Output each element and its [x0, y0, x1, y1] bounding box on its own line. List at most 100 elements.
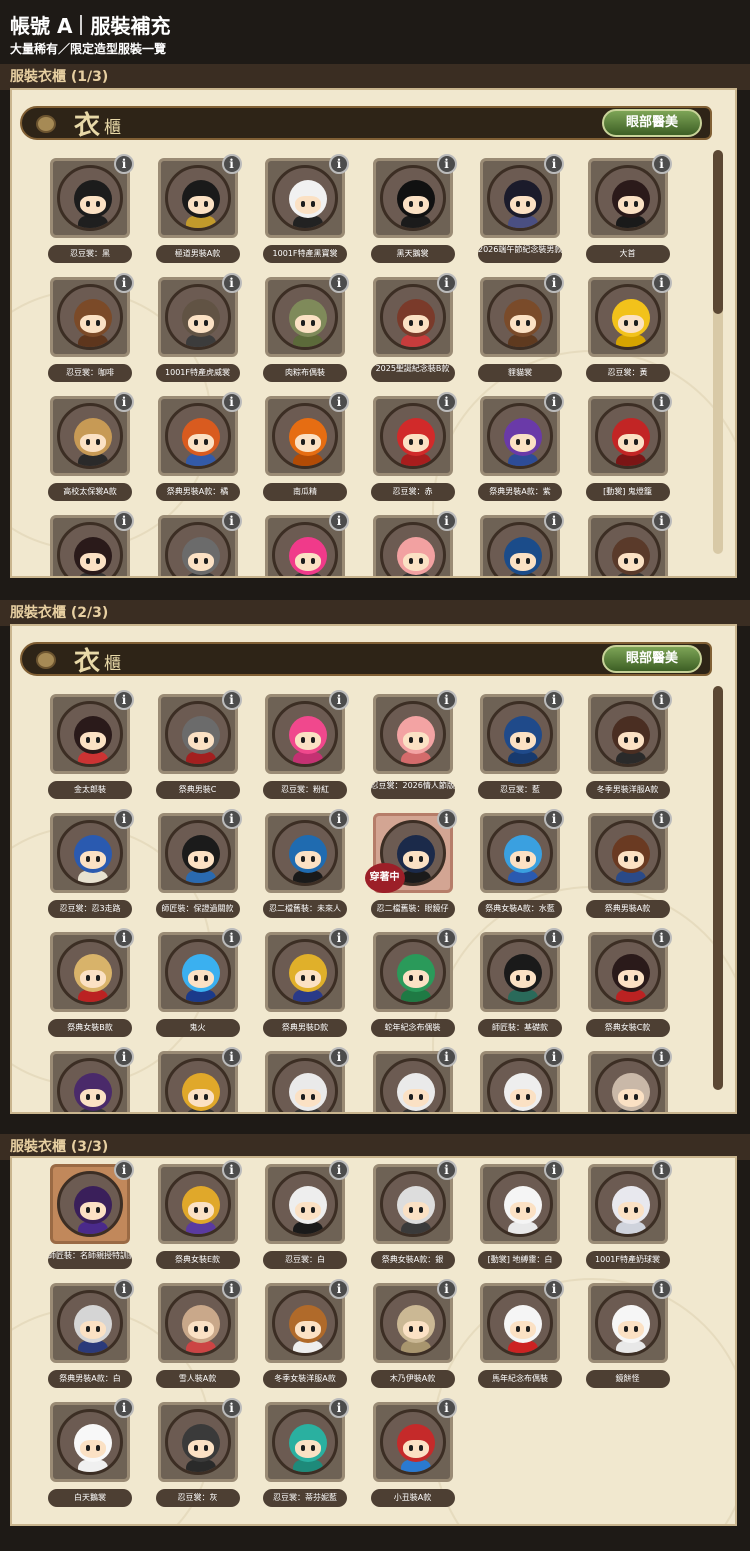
- info-icon[interactable]: i: [329, 392, 349, 412]
- costume-item[interactable]: i: [480, 1047, 564, 1112]
- info-icon[interactable]: i: [651, 511, 672, 531]
- costume-item[interactable]: i 祭典男裝A款: [585, 809, 672, 923]
- costume-item[interactable]: i 貍貓裳: [478, 273, 564, 387]
- info-icon[interactable]: i: [544, 1279, 564, 1299]
- costume-item[interactable]: i 祭典男裝A款：紫: [478, 392, 564, 506]
- costume-item[interactable]: i 馬年紀念布偶裝: [478, 1279, 564, 1393]
- eye-cosmetic-tab-button[interactable]: 眼部醫美: [602, 645, 702, 673]
- info-icon[interactable]: i: [221, 690, 242, 710]
- info-icon[interactable]: i: [114, 511, 134, 531]
- info-icon[interactable]: i: [114, 1398, 134, 1418]
- info-icon[interactable]: i: [436, 511, 457, 531]
- costume-item[interactable]: i 忍豆裳：粉紅: [263, 690, 349, 804]
- info-icon[interactable]: i: [114, 1279, 134, 1299]
- info-icon[interactable]: i: [544, 154, 564, 174]
- info-icon[interactable]: i: [114, 392, 134, 412]
- costume-item[interactable]: i: [157, 1047, 242, 1112]
- costume-item[interactable]: i 祭典女裝C款: [585, 928, 672, 1042]
- costume-item[interactable]: i 師匠裝：名師親授特訓款: [48, 1160, 134, 1274]
- costume-item[interactable]: i 師匠裝：保證過關款: [155, 809, 242, 923]
- info-icon[interactable]: i: [651, 273, 672, 293]
- info-icon[interactable]: i: [114, 273, 134, 293]
- info-icon[interactable]: i: [436, 1160, 457, 1180]
- info-icon[interactable]: i: [436, 928, 457, 948]
- info-icon[interactable]: i: [436, 1047, 457, 1067]
- info-icon[interactable]: i: [436, 1279, 457, 1299]
- info-icon[interactable]: i: [329, 928, 349, 948]
- info-icon[interactable]: i: [329, 809, 349, 829]
- costume-item[interactable]: i 極道男裝A款: [155, 154, 242, 268]
- costume-item[interactable]: i: [372, 1047, 457, 1112]
- info-icon[interactable]: i: [436, 690, 457, 710]
- scrollbar-thumb[interactable]: [713, 686, 723, 1090]
- costume-item[interactable]: i 忍豆裳：黑: [48, 154, 134, 268]
- costume-item[interactable]: i [動裳] 地縛靈：白: [478, 1160, 564, 1274]
- info-icon[interactable]: i: [651, 392, 672, 412]
- info-icon[interactable]: i: [221, 1047, 242, 1067]
- info-icon[interactable]: i: [329, 690, 349, 710]
- costume-item[interactable]: i 1001F特產虎威裳: [155, 273, 242, 387]
- info-icon[interactable]: i: [329, 1047, 349, 1067]
- costume-item[interactable]: i 忍豆裳：咖啡: [48, 273, 134, 387]
- costume-item[interactable]: i 祭典男裝C: [155, 690, 242, 804]
- info-icon[interactable]: i: [221, 1160, 242, 1180]
- info-icon[interactable]: i: [114, 690, 134, 710]
- costume-item[interactable]: i 1001F特產奶球裳: [585, 1160, 672, 1274]
- costume-item[interactable]: i 祭典女裝A款：水藍: [478, 809, 564, 923]
- scrollbar-thumb[interactable]: [713, 150, 723, 314]
- costume-item[interactable]: i 小丑裝A款: [370, 1398, 457, 1512]
- info-icon[interactable]: i: [114, 809, 134, 829]
- info-icon[interactable]: i: [544, 1047, 564, 1067]
- info-icon[interactable]: i: [114, 1160, 134, 1180]
- costume-item[interactable]: i: [157, 511, 242, 576]
- info-icon[interactable]: i: [544, 392, 564, 412]
- eye-cosmetic-tab-button[interactable]: 眼部醫美: [602, 109, 702, 137]
- costume-item[interactable]: i: [50, 1047, 134, 1112]
- info-icon[interactable]: i: [329, 273, 349, 293]
- costume-item[interactable]: i: [587, 1047, 672, 1112]
- costume-item[interactable]: i 祭典男裝D款: [263, 928, 349, 1042]
- costume-item[interactable]: i 祭典女裝A款：銀: [370, 1160, 457, 1274]
- costume-item[interactable]: i 忍豆裳：藍: [478, 690, 564, 804]
- costume-item[interactable]: i: [265, 1047, 349, 1112]
- costume-item[interactable]: i: [480, 511, 564, 576]
- info-icon[interactable]: i: [329, 1279, 349, 1299]
- costume-item[interactable]: i: [372, 511, 457, 576]
- info-icon[interactable]: i: [221, 809, 242, 829]
- info-icon[interactable]: i: [651, 928, 672, 948]
- costume-item[interactable]: i 鬼火: [155, 928, 242, 1042]
- costume-item[interactable]: i 大首: [585, 154, 672, 268]
- costume-item[interactable]: i 高校太保裳A款: [48, 392, 134, 506]
- costume-item[interactable]: i 忍二檔舊裝：未來人: [263, 809, 349, 923]
- costume-item[interactable]: i 木乃伊裝A款: [370, 1279, 457, 1393]
- info-icon[interactable]: i: [221, 1279, 242, 1299]
- info-icon[interactable]: i: [544, 809, 564, 829]
- costume-item[interactable]: i 祭典女裝B款: [48, 928, 134, 1042]
- info-icon[interactable]: i: [544, 928, 564, 948]
- info-icon[interactable]: i: [221, 1398, 242, 1418]
- info-icon[interactable]: i: [544, 690, 564, 710]
- info-icon[interactable]: i: [544, 273, 564, 293]
- info-icon[interactable]: i: [329, 154, 349, 174]
- info-icon[interactable]: i: [329, 1160, 349, 1180]
- info-icon[interactable]: i: [651, 1047, 672, 1067]
- costume-item[interactable]: i 忍豆裳：忍3走路: [48, 809, 134, 923]
- info-icon[interactable]: i: [114, 1047, 134, 1067]
- costume-item[interactable]: i 白天鵝裳: [48, 1398, 134, 1512]
- costume-item[interactable]: i: [587, 511, 672, 576]
- costume-item[interactable]: i 忍二檔舊裝：眼鏡仔 穿著中: [364, 809, 457, 923]
- costume-item[interactable]: i 祭典男裝A款：橘: [155, 392, 242, 506]
- costume-item[interactable]: i 肉粽布偶裝: [263, 273, 349, 387]
- costume-item[interactable]: i 忍豆裳：赤: [370, 392, 457, 506]
- info-icon[interactable]: i: [651, 154, 672, 174]
- info-icon[interactable]: i: [221, 511, 242, 531]
- costume-item[interactable]: i 忍豆裳：灰: [155, 1398, 242, 1512]
- info-icon[interactable]: i: [221, 928, 242, 948]
- costume-item[interactable]: i 2025聖誕紀念裝B款: [370, 273, 457, 387]
- costume-item[interactable]: i 忍豆裳：白: [263, 1160, 349, 1274]
- info-icon[interactable]: i: [114, 154, 134, 174]
- info-icon[interactable]: i: [436, 273, 457, 293]
- costume-item[interactable]: i 忍豆裳：黃: [585, 273, 672, 387]
- costume-item[interactable]: i 鏡餅怪: [585, 1279, 672, 1393]
- info-icon[interactable]: i: [221, 392, 242, 412]
